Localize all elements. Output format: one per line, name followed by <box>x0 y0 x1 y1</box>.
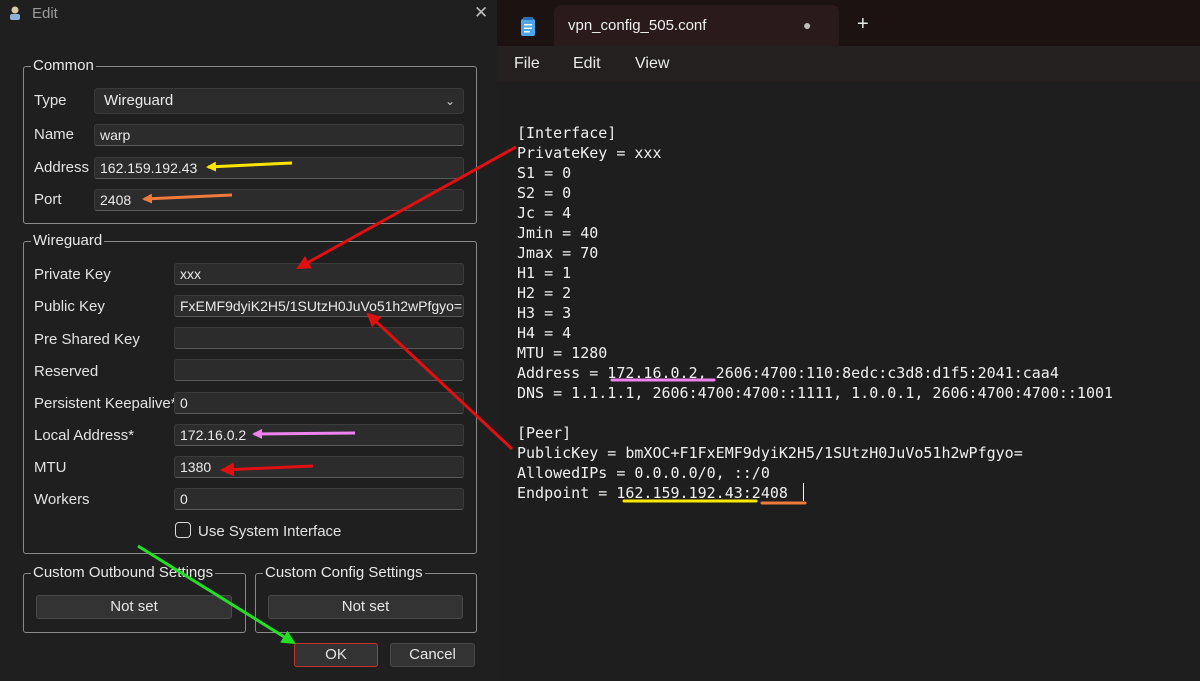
notepad-menubar: File Edit View <box>497 46 1200 82</box>
code-line: Address = 172.16.0.2, 2606:4700:110:8edc… <box>517 364 1059 382</box>
custom-outbound-group-label: Custom Outbound Settings <box>31 564 216 581</box>
code-line: Jmax = 70 <box>517 244 599 262</box>
tab-title: vpn_config_505.conf <box>568 17 707 34</box>
notepad-file-icon <box>521 17 535 36</box>
code-line: S2 = 0 <box>517 184 572 202</box>
reserved-label: Reserved <box>34 363 99 380</box>
common-group-label: Common <box>31 57 96 74</box>
name-label: Name <box>34 126 75 143</box>
code-line: H1 = 1 <box>517 264 572 282</box>
tab-vpn-config[interactable]: vpn_config_505.conf ● <box>521 5 839 46</box>
code-line: H4 = 4 <box>517 324 572 342</box>
address-field[interactable]: 162.159.192.43 <box>94 157 464 179</box>
menu-file[interactable]: File <box>514 55 540 73</box>
unsaved-dot-icon[interactable]: ● <box>803 17 811 33</box>
public-key-label: Public Key <box>34 298 105 315</box>
use-system-interface-checkbox[interactable] <box>175 522 191 538</box>
dialog-titlebar: Edit ✕ <box>0 0 497 28</box>
keepalive-field[interactable]: 0 <box>174 392 464 414</box>
pre-shared-key-field[interactable] <box>174 327 464 349</box>
type-select-value: Wireguard <box>104 92 174 109</box>
local-address-field[interactable]: 172.16.0.2 <box>174 424 464 446</box>
code-line: Jc = 4 <box>517 204 572 222</box>
new-tab-plus-icon[interactable]: + <box>857 13 869 36</box>
code-line: PublicKey = bmXOC+F1FxEMF9dyiK2H5/1SUtzH… <box>517 444 1023 462</box>
use-system-interface-label: Use System Interface <box>198 523 342 540</box>
public-key-field[interactable]: FxEMF9dyiK2H5/1SUtzH0JuVo51h2wPfgyo= <box>174 295 464 317</box>
code-line: DNS = 1.1.1.1, 2606:4700:4700::1111, 1.0… <box>517 384 1114 402</box>
cancel-button[interactable]: Cancel <box>390 643 475 667</box>
chevron-down-icon: ⌄ <box>444 94 455 108</box>
code-line: S1 = 0 <box>517 164 572 182</box>
workers-label: Workers <box>34 491 90 508</box>
menu-view[interactable]: View <box>635 55 669 73</box>
code-line: H2 = 2 <box>517 284 572 302</box>
custom-config-button[interactable]: Not set <box>268 595 463 619</box>
code-line: AllowedIPs = 0.0.0.0/0, ::/0 <box>517 464 770 482</box>
port-label: Port <box>34 191 62 208</box>
local-address-label: Local Address* <box>34 427 135 444</box>
name-field[interactable]: warp <box>94 124 464 146</box>
mtu-field[interactable]: 1380 <box>174 456 464 478</box>
menu-edit[interactable]: Edit <box>573 55 601 73</box>
private-key-field[interactable]: xxx <box>174 263 464 285</box>
notepad-text-area[interactable]: [Interface] PrivateKey = xxx S1 = 0 S2 =… <box>497 82 1200 681</box>
close-icon[interactable]: ✕ <box>474 3 488 23</box>
mtu-label: MTU <box>34 459 67 476</box>
private-key-label: Private Key <box>34 266 111 283</box>
dialog-title: Edit <box>32 5 58 22</box>
code-line: [Interface] <box>517 124 617 142</box>
workers-field[interactable]: 0 <box>174 488 464 510</box>
custom-outbound-button[interactable]: Not set <box>36 595 232 619</box>
port-field[interactable]: 2408 <box>94 189 464 211</box>
text-caret <box>803 483 804 501</box>
code-line: Endpoint = 162.159.192.43:2408 <box>517 484 788 502</box>
pre-shared-key-label: Pre Shared Key <box>34 331 140 348</box>
app-icon <box>10 6 20 20</box>
address-label: Address <box>34 159 90 176</box>
code-line: MTU = 1280 <box>517 344 608 362</box>
keepalive-label: Persistent Keepalive* <box>34 395 177 412</box>
ok-button[interactable]: OK <box>294 643 378 667</box>
code-line: H3 = 3 <box>517 304 572 322</box>
code-line: PrivateKey = xxx <box>517 144 662 162</box>
type-select[interactable]: Wireguard ⌄ <box>94 88 464 114</box>
type-label: Type <box>34 92 67 109</box>
notepad-titlebar: vpn_config_505.conf ● + <box>497 0 1200 46</box>
code-line: [Peer] <box>517 424 572 442</box>
code-line: Jmin = 40 <box>517 224 599 242</box>
wireguard-group-label: Wireguard <box>31 232 105 249</box>
reserved-field[interactable] <box>174 359 464 381</box>
custom-config-group-label: Custom Config Settings <box>263 564 425 581</box>
notepad-window: vpn_config_505.conf ● + File Edit View [… <box>497 0 1200 681</box>
edit-dialog: Edit ✕ Common Type Wireguard ⌄ Name warp… <box>0 0 497 681</box>
